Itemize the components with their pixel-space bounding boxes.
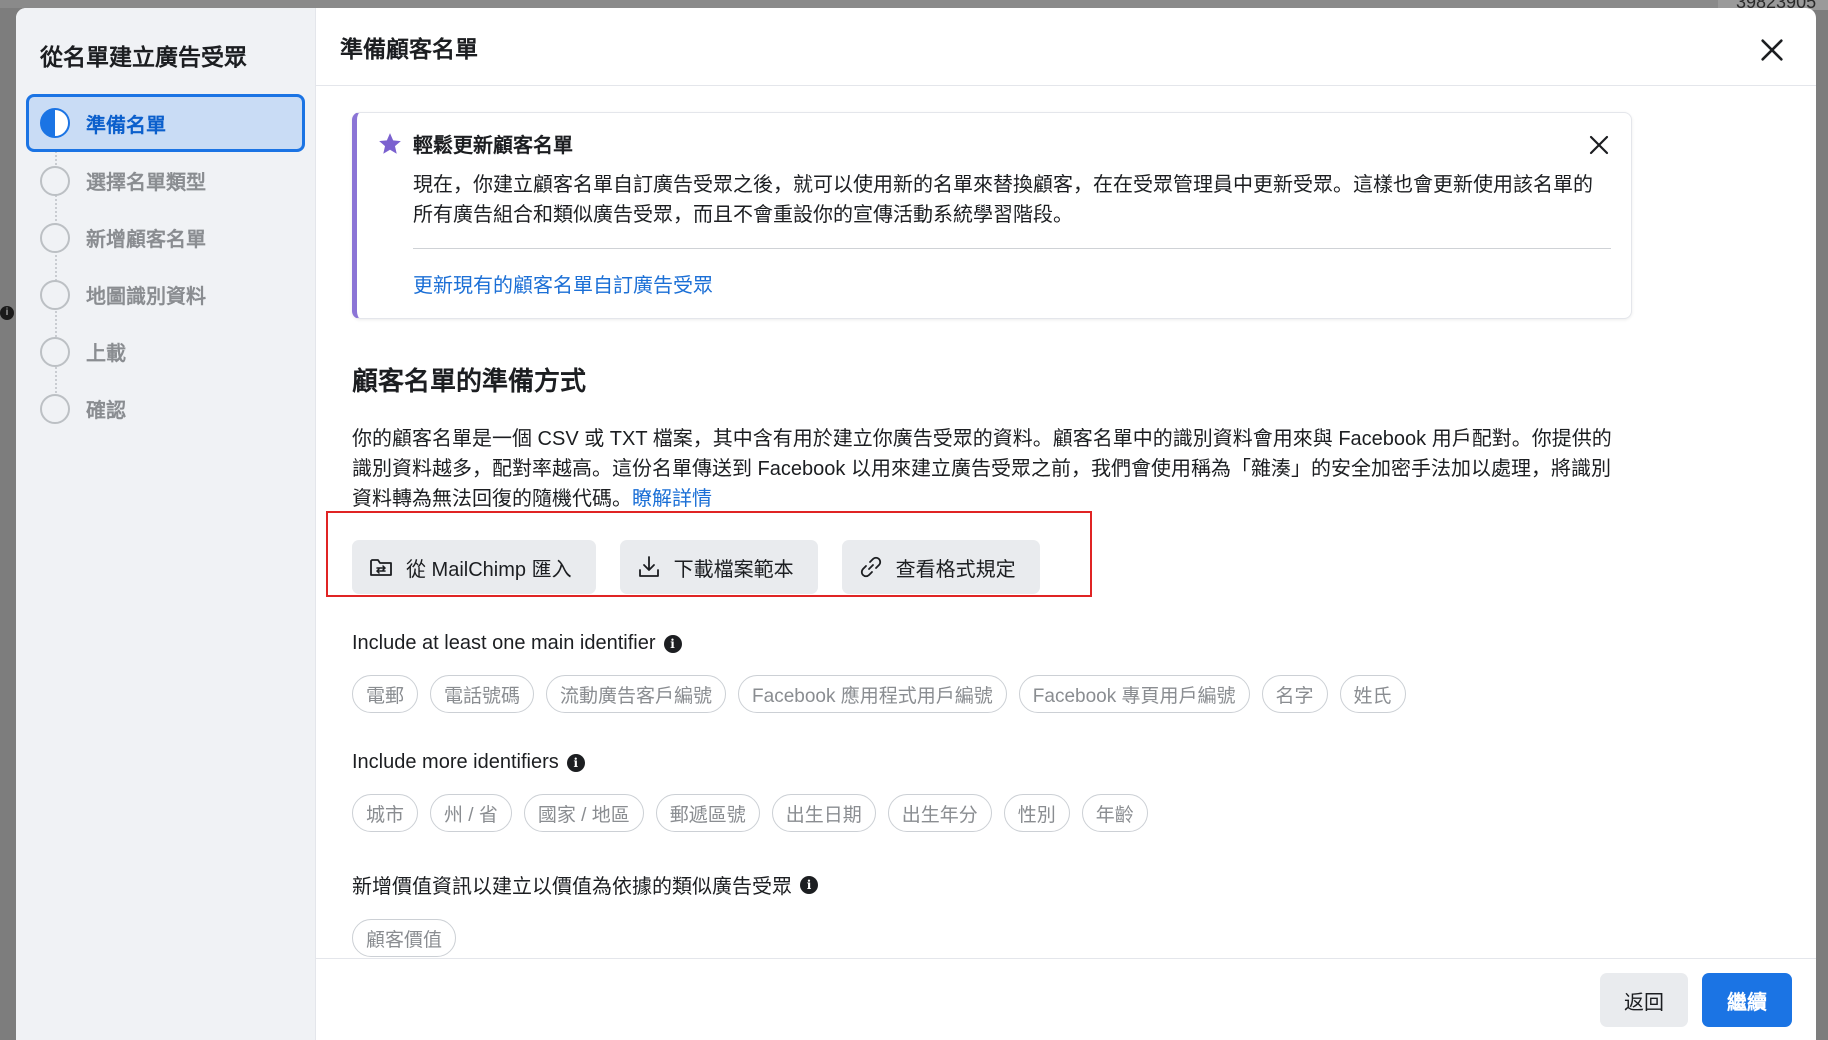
description-text: 你的顧客名單是一個 CSV 或 TXT 檔案，其中含有用於建立你廣告受眾的資料。… — [352, 428, 1612, 510]
step-prepare-list[interactable]: 準備名單 — [26, 94, 305, 152]
info-icon[interactable]: i — [663, 634, 682, 653]
main-panel: 準備顧客名單 輕鬆更新顧客名單 現在，你建立顧客名單自訂廣告受眾之後，就可以使用… — [316, 8, 1816, 1040]
modal-footer: 返回 繼續 — [316, 958, 1816, 1040]
notice-title: 輕鬆更新顧客名單 — [413, 135, 573, 157]
identifier-tag: 流動廣告客戶編號 — [546, 675, 727, 713]
step-label: 新增顧客名單 — [86, 229, 206, 251]
step-label: 準備名單 — [86, 114, 166, 137]
notice-divider — [413, 248, 1611, 249]
heading-text: Include more identifiers — [352, 751, 559, 773]
info-icon[interactable]: i — [800, 875, 818, 894]
panel-header: 準備顧客名單 — [316, 8, 1816, 86]
continue-button[interactable]: 繼續 — [1702, 973, 1792, 1027]
empty-circle-icon — [40, 393, 70, 424]
step-upload[interactable]: 上載 — [26, 323, 305, 380]
update-audience-link[interactable]: 更新現有的顧客名單自訂廣告受眾 — [413, 269, 1611, 298]
notice-body: 現在，你建立顧客名單自訂廣告受眾之後，就可以使用新的名單來替換顧客，在在受眾管理… — [413, 174, 1593, 226]
empty-circle-icon — [40, 279, 70, 310]
steps-list: 準備名單 選擇名單類型 新增顧客名單 地圖識別資料 上載 確認 — [26, 94, 305, 437]
learn-more-link[interactable]: 瞭解詳情 — [632, 488, 712, 510]
value-info-heading: 新增價值資訊以建立以價值為依據的類似廣告受眾 i — [352, 870, 1632, 899]
identifier-tag: 顧客價值 — [352, 919, 457, 957]
identifier-tag: 郵遞區號 — [655, 794, 760, 832]
background-info-icon: i — [0, 306, 14, 320]
half-circle-icon — [40, 108, 70, 138]
identifier-tag: 性別 — [1003, 794, 1070, 832]
identifier-tag: 名字 — [1261, 675, 1328, 713]
identifier-tag: 年齡 — [1081, 794, 1148, 832]
section-description: 你的顧客名單是一個 CSV 或 TXT 檔案，其中含有用於建立你廣告受眾的資料。… — [352, 424, 1622, 514]
identifier-tag: 國家 / 地區 — [523, 794, 644, 832]
panel-title: 準備顧客名單 — [340, 35, 478, 62]
identifier-tag: 州 / 省 — [430, 794, 512, 832]
heading-text: 新增價值資訊以建立以價值為依據的類似廣告受眾 — [352, 876, 792, 898]
identifier-tag: 電話號碼 — [430, 675, 535, 713]
step-label: 上載 — [86, 343, 126, 365]
step-add-customer-list[interactable]: 新增顧客名單 — [26, 209, 305, 266]
value-info-tags: 顧客價值 — [352, 919, 1632, 957]
identifier-tag: 城市 — [352, 794, 419, 832]
step-label: 地圖識別資料 — [86, 286, 206, 308]
more-identifier-tags: 城市 州 / 省 國家 / 地區 郵遞區號 出生日期 出生年分 性別 年齡 — [352, 794, 1632, 832]
identifier-tag: Facebook 專頁用戶編號 — [1018, 675, 1250, 713]
step-label: 確認 — [86, 400, 126, 422]
section-title: 顧客名單的準備方式 — [352, 366, 587, 396]
close-icon[interactable] — [1587, 133, 1611, 157]
main-identifier-tags: 電郵 電話號碼 流動廣告客戶編號 Facebook 應用程式用戶編號 Faceb… — [352, 675, 1632, 713]
empty-circle-icon — [40, 336, 70, 367]
back-button[interactable]: 返回 — [1600, 973, 1688, 1027]
close-icon[interactable] — [1758, 36, 1786, 64]
identifier-tag: Facebook 應用程式用戶編號 — [738, 675, 1007, 713]
identifier-tag: 姓氏 — [1339, 675, 1406, 713]
empty-circle-icon — [40, 165, 70, 196]
sidebar-title: 從名單建立廣告受眾 — [40, 44, 247, 70]
step-choose-list-type[interactable]: 選擇名單類型 — [26, 152, 305, 209]
star-icon — [379, 132, 401, 154]
background-page — [0, 0, 1828, 8]
identifier-tag: 出生年分 — [887, 794, 992, 832]
update-list-notice: 輕鬆更新顧客名單 現在，你建立顧客名單自訂廣告受眾之後，就可以使用新的名單來替換… — [352, 112, 1632, 319]
notice-header: 輕鬆更新顧客名單 — [377, 129, 1611, 158]
more-identifiers-heading: Include more identifiers i — [352, 751, 1632, 774]
step-map-identifiers[interactable]: 地圖識別資料 — [26, 266, 305, 323]
steps-sidebar: 從名單建立廣告受眾 準備名單 選擇名單類型 新增顧客名單 地圖識別資料 上載 確… — [16, 8, 316, 1040]
panel-content: 輕鬆更新顧客名單 現在，你建立顧客名單自訂廣告受眾之後，就可以使用新的名單來替換… — [326, 112, 1632, 957]
info-icon[interactable]: i — [566, 753, 585, 772]
create-audience-modal: 從名單建立廣告受眾 準備名單 選擇名單類型 新增顧客名單 地圖識別資料 上載 確… — [16, 8, 1816, 1040]
identifier-tag: 電郵 — [352, 675, 419, 713]
identifier-tag: 出生日期 — [771, 794, 876, 832]
step-confirm[interactable]: 確認 — [26, 380, 305, 437]
empty-circle-icon — [40, 222, 70, 253]
main-identifier-heading: Include at least one main identifier i — [352, 632, 1632, 655]
highlight-annotation — [326, 511, 1092, 597]
heading-text: Include at least one main identifier — [352, 632, 656, 654]
step-label: 選擇名單類型 — [86, 172, 206, 194]
